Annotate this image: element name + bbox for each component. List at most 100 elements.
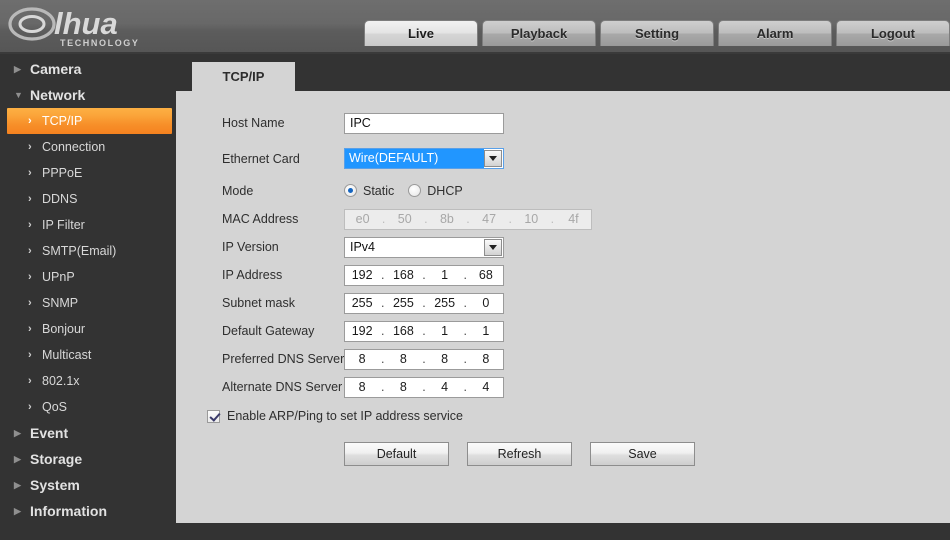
radio-dhcp-label[interactable]: DHCP bbox=[427, 184, 462, 198]
ip-address-input[interactable]: 192 . 168 . 1 . 68 bbox=[344, 264, 504, 286]
pdns-octet-4[interactable]: 8 bbox=[469, 350, 503, 369]
preferred-dns-input[interactable]: 8 . 8 . 8 . 8 bbox=[344, 348, 504, 370]
subnet-mask-input[interactable]: 255 . 255 . 255 . 0 bbox=[344, 292, 504, 314]
gateway-octet-2[interactable]: 168 bbox=[386, 322, 420, 341]
row-subnet-mask: Subnet mask 255 . 255 . 255 . 0 bbox=[176, 289, 950, 317]
gateway-octet-1[interactable]: 192 bbox=[345, 322, 379, 341]
sidebar-item-8021x[interactable]: › 802.1x bbox=[0, 368, 176, 394]
sidebar-item-label: SMTP(Email) bbox=[42, 244, 117, 258]
mac-octet-6: 4f bbox=[568, 211, 579, 226]
adns-octet-3[interactable]: 4 bbox=[428, 378, 462, 397]
sidebar-group-storage[interactable]: ▶ Storage bbox=[0, 446, 176, 472]
alternate-dns-field-wrap: 8 . 8 . 4 . 4 bbox=[344, 376, 504, 398]
radio-dhcp[interactable] bbox=[408, 184, 422, 197]
gateway-octet-4[interactable]: 1 bbox=[469, 322, 503, 341]
sidebar-item-ip-filter[interactable]: › IP Filter bbox=[0, 212, 176, 238]
subnet-octet-1[interactable]: 255 bbox=[345, 294, 379, 313]
gateway-octet-3[interactable]: 1 bbox=[428, 322, 462, 341]
sidebar-item-label: PPPoE bbox=[42, 166, 83, 180]
sidebar-item-pppoe[interactable]: › PPPoE bbox=[0, 160, 176, 186]
chevron-down-icon[interactable] bbox=[484, 150, 502, 167]
chevron-right-icon: › bbox=[28, 167, 32, 179]
ethernet-card-select[interactable]: Wire(DEFAULT) bbox=[344, 148, 504, 169]
sidebar-item-tcpip[interactable]: › TCP/IP bbox=[7, 108, 172, 134]
chevron-down-icon[interactable] bbox=[484, 238, 502, 256]
tab-live[interactable]: Live bbox=[364, 20, 478, 46]
ip-octet-1[interactable]: 192 bbox=[345, 266, 379, 285]
sidebar-item-multicast[interactable]: › Multicast bbox=[0, 342, 176, 368]
sidebar-item-connection[interactable]: › Connection bbox=[0, 134, 176, 160]
ip-octet-4[interactable]: 68 bbox=[469, 266, 503, 285]
ip-version-select[interactable]: IPv4 bbox=[344, 236, 504, 258]
default-button[interactable]: Default bbox=[344, 442, 449, 466]
adns-octet-1[interactable]: 8 bbox=[345, 378, 379, 397]
tab-alarm[interactable]: Alarm bbox=[718, 20, 832, 46]
sidebar-group-system[interactable]: ▶ System bbox=[0, 472, 176, 498]
mac-octet-2: 50 bbox=[397, 211, 412, 226]
ip-address-field-wrap: 192 . 168 . 1 . 68 bbox=[344, 264, 504, 286]
tab-logout[interactable]: Logout bbox=[836, 20, 950, 46]
pdns-octet-3[interactable]: 8 bbox=[428, 350, 462, 369]
radio-static-label[interactable]: Static bbox=[363, 184, 394, 198]
panel-tab-tcpip[interactable]: TCP/IP bbox=[192, 62, 295, 91]
sidebar-item-upnp[interactable]: › UPnP bbox=[0, 264, 176, 290]
arp-ping-label[interactable]: Enable ARP/Ping to set IP address servic… bbox=[227, 409, 463, 423]
pdns-octet-1[interactable]: 8 bbox=[345, 350, 379, 369]
row-preferred-dns: Preferred DNS Server 8 . 8 . 8 . 8 bbox=[176, 345, 950, 373]
svg-text:TECHNOLOGY: TECHNOLOGY bbox=[60, 38, 140, 48]
sidebar-item-label: TCP/IP bbox=[42, 114, 83, 128]
gateway-separator: . bbox=[463, 323, 467, 338]
sidebar-item-bonjour[interactable]: › Bonjour bbox=[0, 316, 176, 342]
sidebar-group-information[interactable]: ▶ Information bbox=[0, 498, 176, 524]
sidebar-group-label: Information bbox=[30, 503, 107, 519]
chevron-right-icon: › bbox=[28, 193, 32, 205]
sidebar-item-qos[interactable]: › QoS bbox=[0, 394, 176, 420]
tab-playback[interactable]: Playback bbox=[482, 20, 596, 46]
subnet-octet-2[interactable]: 255 bbox=[386, 294, 420, 313]
adns-octet-2[interactable]: 8 bbox=[386, 378, 420, 397]
form-actions: Default Refresh Save bbox=[176, 442, 950, 466]
sidebar-item-label: UPnP bbox=[42, 270, 75, 284]
chevron-right-icon: › bbox=[28, 141, 32, 153]
arp-ping-checkbox[interactable] bbox=[207, 409, 220, 423]
default-gateway-input[interactable]: 192 . 168 . 1 . 1 bbox=[344, 320, 504, 342]
subnet-mask-label: Subnet mask bbox=[222, 296, 295, 310]
sidebar-item-smtp-email[interactable]: › SMTP(Email) bbox=[0, 238, 176, 264]
mode-field-wrap: Static DHCP bbox=[344, 184, 471, 198]
host-name-input[interactable] bbox=[344, 112, 504, 134]
save-button[interactable]: Save bbox=[590, 442, 695, 466]
sidebar-item-ddns[interactable]: › DDNS bbox=[0, 186, 176, 212]
chevron-right-icon: › bbox=[28, 323, 32, 335]
sidebar-group-network[interactable]: ▼ Network bbox=[0, 82, 176, 108]
pdns-separator: . bbox=[422, 351, 426, 366]
pdns-octet-2[interactable]: 8 bbox=[386, 350, 420, 369]
subnet-octet-4[interactable]: 0 bbox=[469, 294, 503, 313]
caret-right-icon: ▶ bbox=[14, 63, 21, 74]
row-ip-address: IP Address 192 . 168 . 1 . 68 bbox=[176, 261, 950, 289]
alternate-dns-input[interactable]: 8 . 8 . 4 . 4 bbox=[344, 376, 504, 398]
chevron-right-icon: › bbox=[28, 245, 32, 257]
refresh-button[interactable]: Refresh bbox=[467, 442, 572, 466]
panel-tabstrip: TCP/IP bbox=[176, 62, 950, 91]
ip-separator: . bbox=[381, 267, 385, 282]
sidebar-group-event[interactable]: ▶ Event bbox=[0, 420, 176, 446]
caret-right-icon: ▶ bbox=[14, 505, 21, 516]
radio-static[interactable] bbox=[344, 184, 357, 197]
preferred-dns-field-wrap: 8 . 8 . 8 . 8 bbox=[344, 348, 504, 370]
chevron-right-icon: › bbox=[28, 115, 32, 127]
sidebar-item-label: Connection bbox=[42, 140, 106, 154]
row-host-name: Host Name bbox=[176, 105, 950, 141]
mac-separator: . bbox=[508, 211, 512, 226]
mac-separator: . bbox=[381, 211, 386, 226]
sidebar-item-snmp[interactable]: › SNMP bbox=[0, 290, 176, 316]
chevron-right-icon: › bbox=[28, 219, 32, 231]
subnet-octet-3[interactable]: 255 bbox=[428, 294, 462, 313]
ip-octet-2[interactable]: 168 bbox=[386, 266, 420, 285]
ip-octet-3[interactable]: 1 bbox=[428, 266, 462, 285]
mode-label: Mode bbox=[222, 183, 254, 198]
adns-octet-4[interactable]: 4 bbox=[469, 378, 503, 397]
sidebar-group-label: System bbox=[30, 477, 80, 493]
chevron-right-icon: › bbox=[28, 271, 32, 283]
tab-setting[interactable]: Setting bbox=[600, 20, 714, 46]
sidebar-group-camera[interactable]: ▶ Camera bbox=[0, 56, 176, 82]
